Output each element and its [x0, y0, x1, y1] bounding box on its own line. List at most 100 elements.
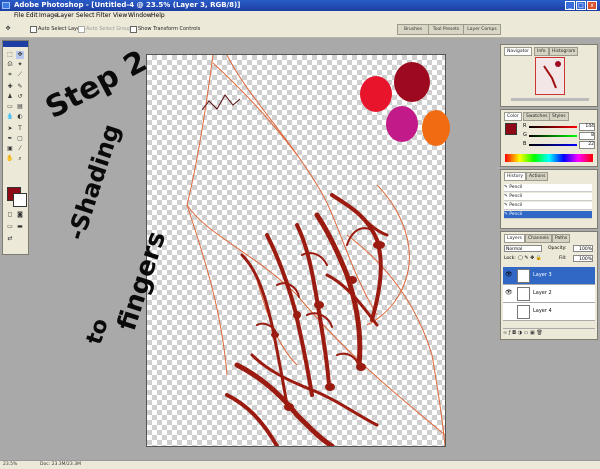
- layer-comps-tab[interactable]: Layer Comps: [463, 24, 501, 35]
- lasso-tool-icon[interactable]: ᘏ: [6, 61, 14, 69]
- show-transform-controls-checkbox[interactable]: [130, 26, 137, 33]
- delete-layer-icon[interactable]: 🗑: [536, 330, 542, 336]
- fill-label: Fill:: [559, 256, 567, 261]
- eyedropper-tool-icon[interactable]: ⁄: [16, 145, 24, 153]
- tab-swatches[interactable]: Swatches: [523, 112, 551, 121]
- layer-row-layer-2[interactable]: 👁 Layer 2: [503, 285, 595, 303]
- menu-help[interactable]: Help: [151, 11, 165, 21]
- crop-tool-icon[interactable]: ⌗: [6, 71, 14, 79]
- menu-view[interactable]: View: [113, 11, 127, 21]
- add-mask-icon[interactable]: ◘: [512, 330, 516, 336]
- background-color-swatch[interactable]: [13, 193, 27, 207]
- menu-window[interactable]: Window: [128, 11, 152, 21]
- navigator-zoom-slider[interactable]: [511, 98, 589, 101]
- screen-mode-full-icon[interactable]: ▬: [16, 223, 24, 231]
- quick-mask-icon[interactable]: ◙: [16, 211, 24, 219]
- brush-tool-icon[interactable]: ✎: [16, 83, 24, 91]
- fill-input[interactable]: 100%: [573, 255, 593, 262]
- tab-histogram[interactable]: Histogram: [549, 47, 579, 56]
- pen-tool-icon[interactable]: ✒: [6, 135, 14, 143]
- tab-history[interactable]: History: [504, 172, 527, 181]
- photoshop-app-icon: [2, 2, 10, 9]
- menu-image[interactable]: Image: [39, 11, 58, 21]
- color-panel-foreground[interactable]: [505, 123, 517, 135]
- adjustment-layer-icon[interactable]: ◑: [518, 330, 522, 336]
- window-title: Adobe Photoshop - [Untitled-4 @ 23.5% (L…: [14, 1, 241, 9]
- gradient-tool-icon[interactable]: ▤: [16, 103, 24, 111]
- auto-select-groups-checkbox[interactable]: [78, 26, 85, 33]
- tab-layers[interactable]: Layers: [504, 234, 525, 243]
- channel-r-slider[interactable]: [529, 126, 577, 128]
- lock-icons[interactable]: ▢ ✎ ✥ 🔒: [518, 255, 542, 262]
- channel-r-value[interactable]: 144: [579, 123, 595, 131]
- history-brush-tool-icon[interactable]: ↺: [16, 93, 24, 101]
- hand-tool-icon[interactable]: ✋: [6, 155, 14, 163]
- dodge-tool-icon[interactable]: ◐: [16, 113, 24, 121]
- history-item[interactable]: ✎ Pencil: [504, 202, 592, 210]
- opacity-input[interactable]: 100%: [573, 245, 593, 252]
- menu-edit[interactable]: Edit: [26, 11, 38, 21]
- tab-styles[interactable]: Styles: [549, 112, 569, 121]
- navigator-thumbnail[interactable]: [535, 57, 565, 95]
- new-group-icon[interactable]: ▭: [524, 330, 529, 336]
- close-button[interactable]: x: [587, 1, 597, 10]
- red-swatch-blob: [360, 76, 392, 112]
- move-tool-icon[interactable]: ✥: [16, 51, 24, 59]
- clone-stamp-tool-icon[interactable]: ♟: [6, 93, 14, 101]
- tab-color[interactable]: Color: [504, 112, 522, 121]
- path-selection-tool-icon[interactable]: ➤: [6, 125, 14, 133]
- marquee-tool-icon[interactable]: ⬚: [6, 51, 14, 59]
- history-item-label: Pencil: [509, 194, 523, 199]
- move-tool-icon[interactable]: ✥: [4, 25, 12, 33]
- history-item-current[interactable]: ✎ Pencil: [504, 211, 592, 219]
- navigator-panel: Navigator Info Histogram: [500, 44, 598, 107]
- title-bar: Adobe Photoshop - [Untitled-4 @ 23.5% (L…: [0, 0, 600, 11]
- layer-row-layer-3[interactable]: 👁 Layer 3: [503, 267, 595, 285]
- eye-icon[interactable]: 👁: [505, 290, 513, 296]
- blend-mode-select[interactable]: Normal: [504, 245, 542, 252]
- new-layer-icon[interactable]: ▣: [530, 330, 535, 336]
- jump-to-imageready-icon[interactable]: ⇄: [6, 235, 14, 243]
- tab-navigator[interactable]: Navigator: [504, 47, 533, 56]
- magic-wand-tool-icon[interactable]: ✦: [16, 61, 24, 69]
- slice-tool-icon[interactable]: ⟋: [16, 71, 24, 79]
- channel-b-value[interactable]: 22: [579, 141, 595, 149]
- brushes-tab[interactable]: Brushes: [397, 24, 429, 35]
- history-item-label: Pencil: [509, 212, 523, 217]
- eye-icon[interactable]: 👁: [505, 272, 513, 278]
- channel-g-slider[interactable]: [529, 135, 577, 137]
- shape-tool-icon[interactable]: ▢: [16, 135, 24, 143]
- history-item[interactable]: ✎ Pencil: [504, 184, 592, 192]
- layer-row-layer-4[interactable]: Layer 4: [503, 303, 595, 321]
- tool-presets-tab[interactable]: Tool Presets: [428, 24, 464, 35]
- menu-layer[interactable]: Layer: [57, 11, 74, 21]
- zoom-tool-icon[interactable]: ⌕: [16, 155, 24, 163]
- menu-file[interactable]: File: [14, 11, 24, 21]
- screen-mode-standard-icon[interactable]: ▭: [6, 223, 14, 231]
- channel-b-slider[interactable]: [529, 144, 577, 146]
- layer-thumbnail: [517, 305, 530, 319]
- tab-actions[interactable]: Actions: [526, 172, 549, 181]
- toolbox-titlebar: [3, 41, 28, 47]
- auto-select-layer-checkbox[interactable]: [30, 26, 37, 33]
- channel-g-value[interactable]: 8: [579, 132, 595, 140]
- maximize-button[interactable]: □: [576, 1, 586, 10]
- tab-info[interactable]: Info: [534, 47, 549, 56]
- type-tool-icon[interactable]: T: [16, 125, 24, 133]
- minimize-button[interactable]: _: [565, 1, 575, 10]
- menu-filter[interactable]: Filter: [96, 11, 111, 21]
- link-layers-icon[interactable]: ∞: [503, 330, 507, 336]
- eraser-tool-icon[interactable]: ▭: [6, 103, 14, 111]
- tab-paths[interactable]: Paths: [552, 234, 571, 243]
- healing-brush-tool-icon[interactable]: ✚: [6, 83, 14, 91]
- tab-channels[interactable]: Channels: [525, 234, 552, 243]
- history-item[interactable]: ✎ Pencil: [504, 193, 592, 201]
- layer-style-icon[interactable]: ƒ: [509, 330, 511, 336]
- color-spectrum-bar[interactable]: [505, 154, 593, 162]
- standard-mode-icon[interactable]: ◻: [6, 211, 14, 219]
- lock-label: Lock:: [504, 256, 516, 261]
- blur-tool-icon[interactable]: 💧: [6, 113, 14, 121]
- eye-icon[interactable]: [505, 308, 512, 314]
- menu-select[interactable]: Select: [76, 11, 95, 21]
- notes-tool-icon[interactable]: ▣: [6, 145, 14, 153]
